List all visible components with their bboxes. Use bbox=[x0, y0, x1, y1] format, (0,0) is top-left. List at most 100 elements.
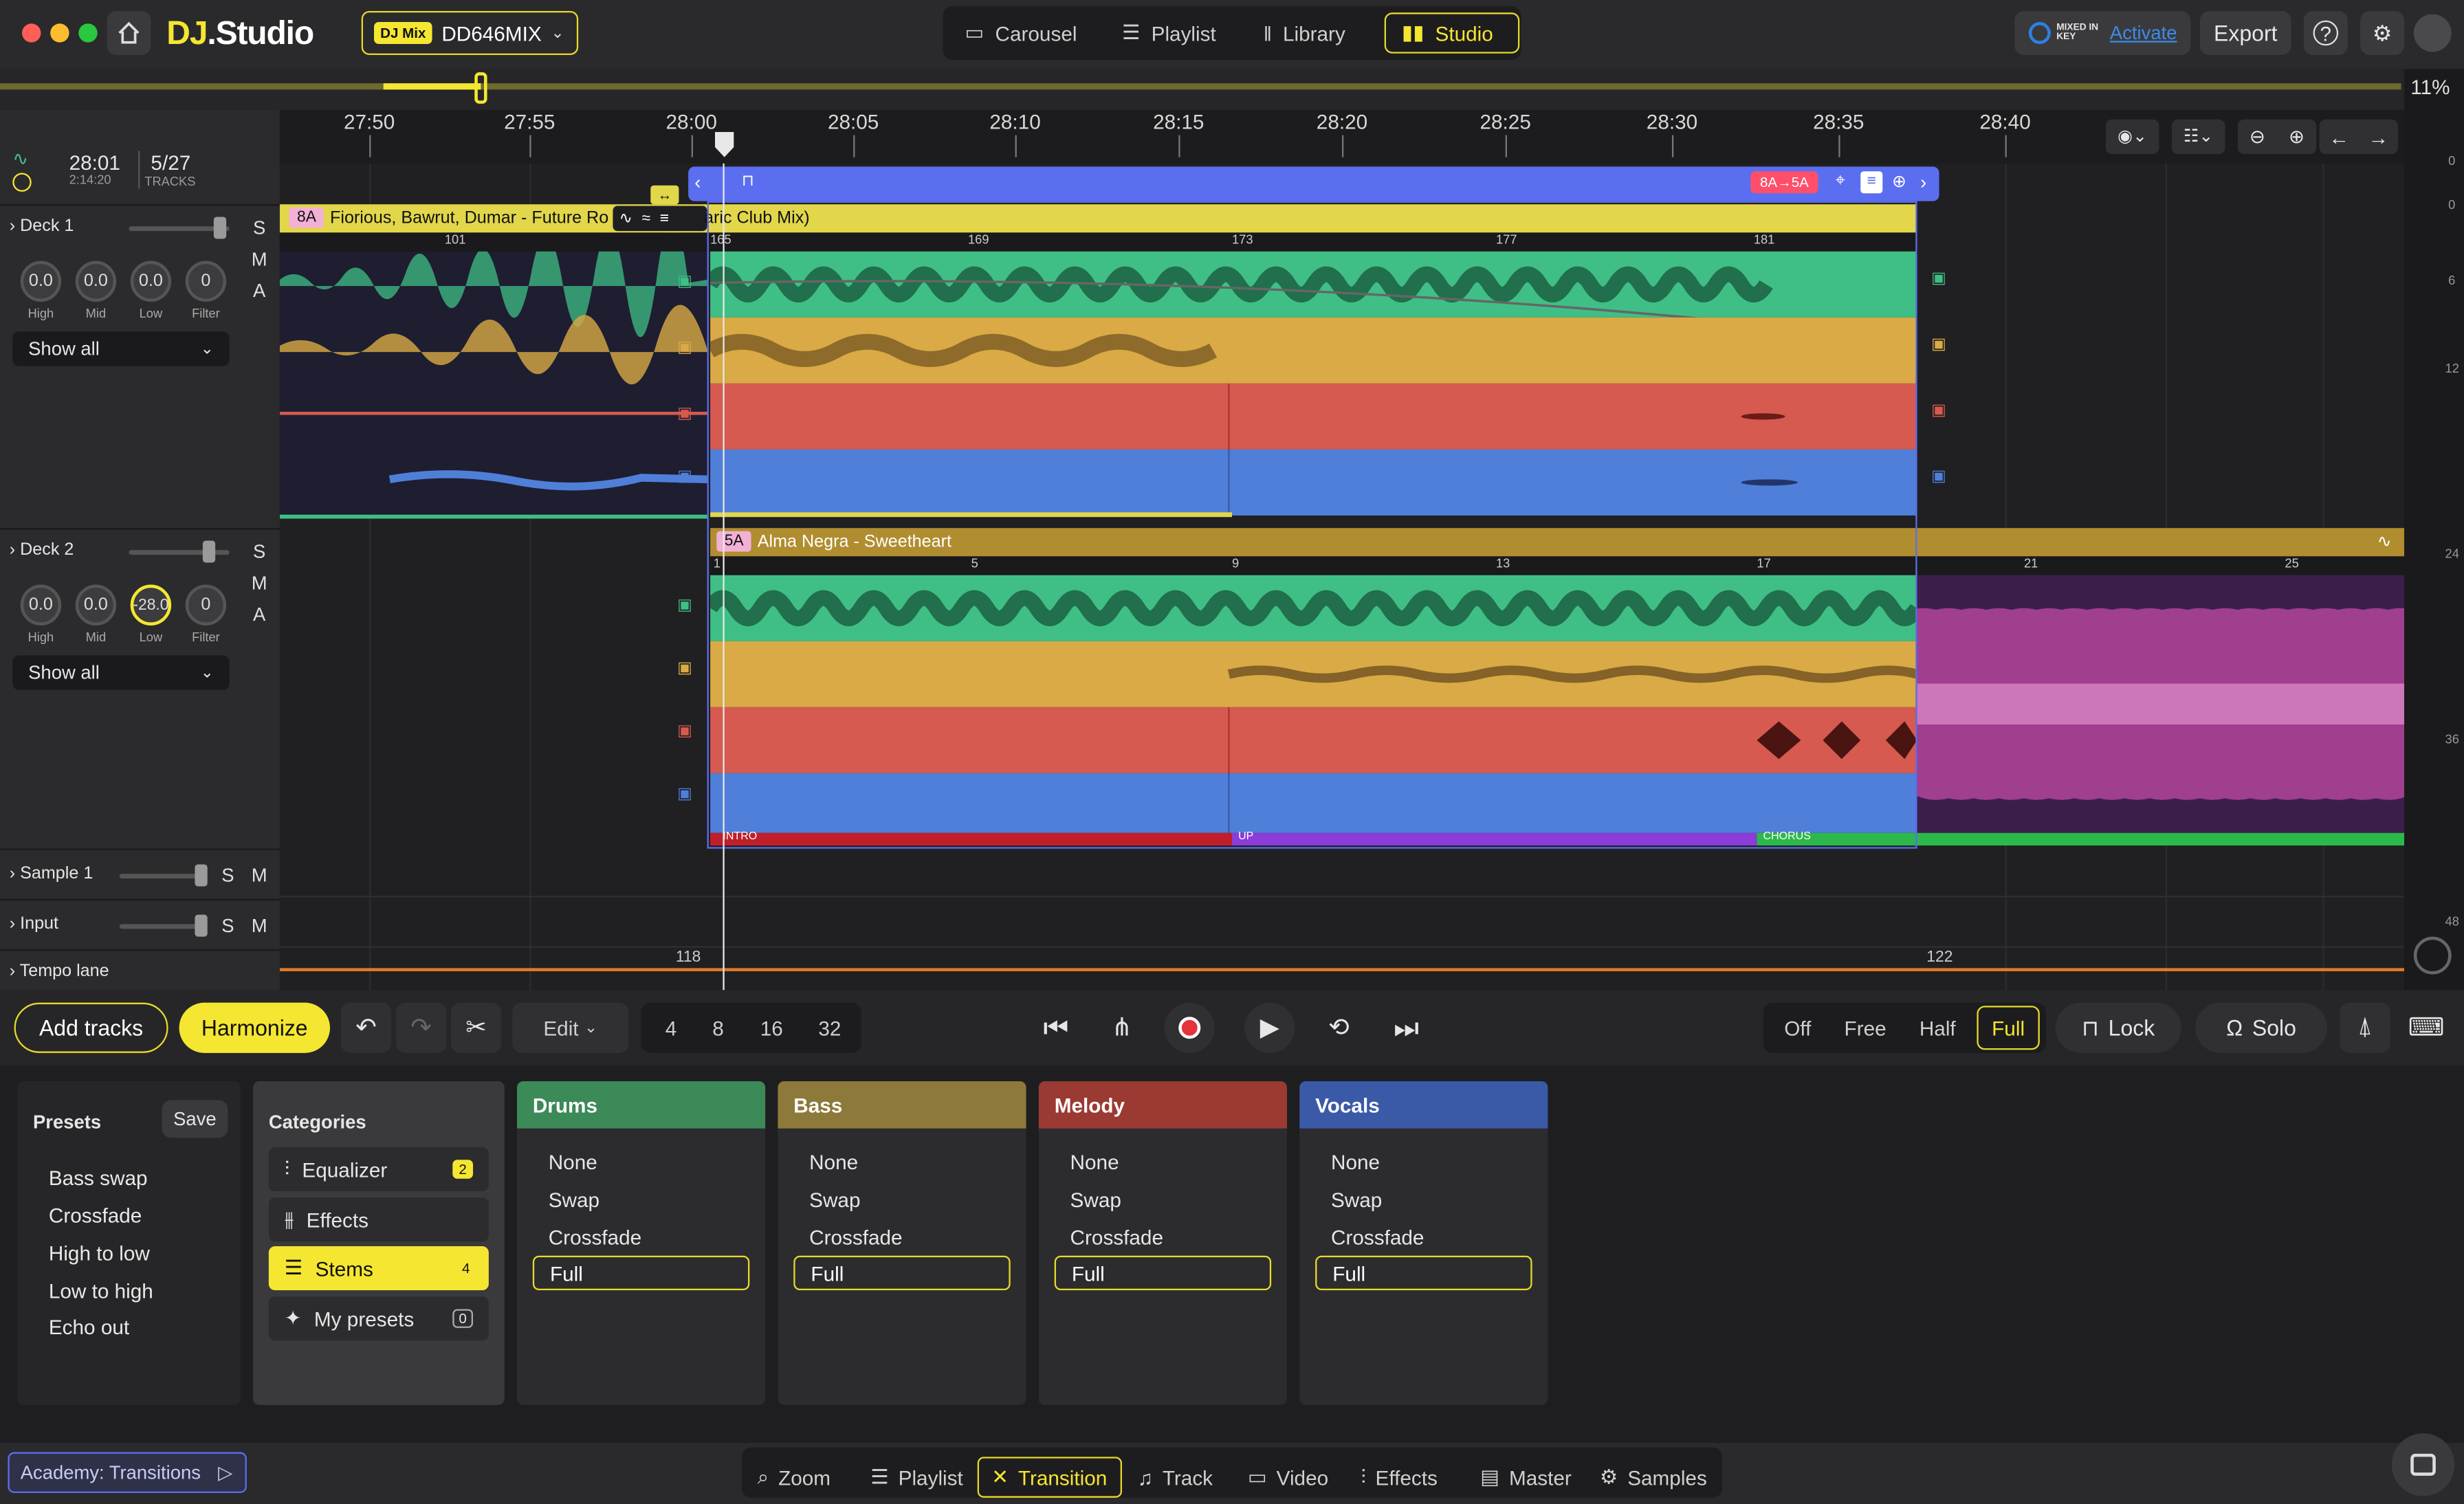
deck-1-solo-button[interactable]: S bbox=[247, 215, 272, 241]
sample-mute-button[interactable]: M bbox=[247, 863, 272, 888]
input-volume-slider[interactable] bbox=[119, 914, 208, 937]
tab-studio[interactable]: ▮▮ Studio bbox=[1384, 12, 1520, 54]
stem-option[interactable]: Swap bbox=[549, 1188, 600, 1211]
metronome-icon[interactable] bbox=[2413, 936, 2452, 975]
tab-carousel[interactable]: ▭ Carousel bbox=[965, 12, 1077, 53]
cut-button[interactable]: ✂ bbox=[450, 1002, 502, 1053]
beat-16[interactable]: 16 bbox=[745, 1003, 798, 1053]
deck-1-drums-stem[interactable] bbox=[703, 251, 1982, 385]
sample-lane[interactable] bbox=[279, 896, 2405, 944]
slider-handle[interactable] bbox=[213, 217, 227, 239]
deck-1-volume-slider[interactable] bbox=[129, 217, 230, 239]
deck-1-filter-knob[interactable]: 0 bbox=[185, 261, 227, 302]
stem-option[interactable]: None bbox=[1331, 1151, 1380, 1174]
beat-4[interactable]: 4 bbox=[648, 1003, 695, 1053]
save-preset-button[interactable]: Save bbox=[162, 1100, 228, 1138]
deck-2-vocals-stem[interactable] bbox=[710, 773, 1917, 833]
avatar[interactable] bbox=[2413, 14, 2452, 52]
keyboard-button[interactable]: ⌨ bbox=[2401, 1003, 2452, 1053]
tab-video[interactable]: ▭ Video bbox=[1248, 1457, 1328, 1497]
input-toggle[interactable]: › Input bbox=[10, 915, 58, 933]
harmonize-button[interactable]: Harmonize bbox=[179, 1002, 330, 1053]
skip-forward-button[interactable]: ⏭ bbox=[1381, 1003, 1431, 1053]
metronome-button[interactable]: ⍋ bbox=[2340, 1002, 2390, 1053]
play-button[interactable]: ▶ bbox=[1244, 1002, 1295, 1053]
add-tracks-button[interactable]: Add tracks bbox=[14, 1002, 168, 1053]
export-button[interactable]: Export bbox=[2199, 11, 2291, 56]
edit-dropdown[interactable]: Edit ⌄ bbox=[512, 1002, 629, 1053]
tab-playlist-panel[interactable]: ☰ Playlist bbox=[870, 1457, 962, 1497]
zoom-icon[interactable]: ⊕ bbox=[1892, 171, 1906, 191]
playhead[interactable] bbox=[723, 163, 725, 991]
mix-selector[interactable]: DJ Mix DD646MIX ⌄ bbox=[361, 11, 579, 56]
resize-handle-icon[interactable]: ↔ bbox=[650, 185, 679, 205]
arrow-left-icon[interactable]: ← bbox=[2329, 125, 2349, 148]
chat-button[interactable] bbox=[2391, 1433, 2455, 1496]
section-chorus[interactable]: CHORUS bbox=[1757, 831, 2405, 846]
slider-handle[interactable] bbox=[195, 914, 208, 937]
deck-2-drums-stem[interactable] bbox=[703, 575, 1924, 641]
academy-link[interactable]: Academy: Transitions ▷ bbox=[8, 1452, 247, 1493]
deck-2-high-knob[interactable]: 0.0 bbox=[20, 584, 62, 626]
sync-full[interactable]: Full bbox=[1977, 1006, 2040, 1050]
help-button[interactable]: ? bbox=[2303, 11, 2348, 56]
stem-option-selected[interactable]: Full bbox=[1054, 1255, 1272, 1291]
minimize-window-button[interactable] bbox=[50, 23, 69, 43]
stem-option[interactable]: Crossfade bbox=[809, 1226, 902, 1249]
category-stems[interactable]: ☰ Stems 4 bbox=[268, 1246, 489, 1291]
tab-track[interactable]: ♫ Track bbox=[1138, 1457, 1213, 1497]
slider-handle[interactable] bbox=[202, 540, 216, 563]
stem-option[interactable]: Crossfade bbox=[549, 1226, 641, 1249]
category-my-presets[interactable]: ✦ My presets 0 bbox=[268, 1296, 489, 1341]
deck-1-bass-stem[interactable] bbox=[706, 317, 1917, 384]
deck-2-volume-slider[interactable] bbox=[129, 540, 230, 563]
record-button[interactable] bbox=[1164, 1002, 1215, 1053]
beat-8[interactable]: 8 bbox=[694, 1003, 742, 1053]
settings-button[interactable]: ⚙ bbox=[2360, 11, 2405, 56]
stem-option[interactable]: Crossfade bbox=[1070, 1226, 1163, 1249]
deck-2-full-waveform[interactable] bbox=[1870, 575, 2405, 833]
preset-item[interactable]: Low to high bbox=[49, 1279, 153, 1303]
sync-off[interactable]: Off bbox=[1770, 1003, 1826, 1053]
deck-1-mid-knob[interactable]: 0.0 bbox=[75, 261, 117, 302]
home-button[interactable] bbox=[107, 11, 151, 56]
deck-2-filter-knob[interactable]: 0 bbox=[185, 584, 227, 626]
menu-icon[interactable]: ≡ bbox=[660, 210, 669, 227]
skip-back-button[interactable]: ⏮ bbox=[1031, 1003, 1081, 1053]
pin-icon[interactable]: ⌖ bbox=[1836, 171, 1845, 192]
tab-zoom[interactable]: ⌕ Zoom bbox=[758, 1457, 830, 1497]
category-equalizer[interactable]: ⫶ Equalizer 2 bbox=[268, 1147, 489, 1192]
deck-2-low-knob[interactable]: -28.0 bbox=[130, 584, 172, 626]
deck-1-high-knob[interactable]: 0.0 bbox=[20, 261, 62, 302]
preset-item[interactable]: Bass swap bbox=[49, 1166, 148, 1189]
tempo-toggle[interactable]: › Tempo lane bbox=[10, 962, 109, 980]
zoom-in-icon[interactable]: ⊕ bbox=[2289, 126, 2304, 148]
stem-option-selected[interactable]: Full bbox=[532, 1255, 750, 1291]
deck-2-melody-stem[interactable] bbox=[710, 707, 1917, 773]
mixed-in-key-activate[interactable]: MIXED IN KEY Activate bbox=[2014, 11, 2191, 56]
stem-option-selected[interactable]: Full bbox=[1315, 1255, 1532, 1291]
section-up[interactable]: UP bbox=[1231, 831, 1757, 846]
close-window-button[interactable] bbox=[21, 23, 41, 43]
preset-item[interactable]: Crossfade bbox=[49, 1204, 142, 1227]
loop-button[interactable]: ⟲ bbox=[1314, 1003, 1364, 1053]
stem-option[interactable]: Swap bbox=[809, 1188, 860, 1211]
preset-item[interactable]: Echo out bbox=[49, 1316, 129, 1339]
deck-1-track-header[interactable]: 8A Fiorious, Bawrut, Dumar - Future Ro ∿… bbox=[279, 204, 1917, 233]
split-button[interactable]: ⋔ bbox=[1097, 1003, 1147, 1053]
stem-option[interactable]: Swap bbox=[1070, 1188, 1121, 1211]
eq-icon[interactable]: ≈ bbox=[641, 210, 650, 227]
notes-icon[interactable]: ≡ bbox=[1860, 171, 1883, 194]
overview-handle[interactable] bbox=[474, 72, 487, 104]
stem-option[interactable]: Swap bbox=[1331, 1188, 1382, 1211]
stem-option[interactable]: None bbox=[549, 1151, 597, 1174]
tab-library[interactable]: ‖ Library bbox=[1264, 12, 1345, 53]
deck-2-solo-button[interactable]: S bbox=[247, 539, 272, 564]
sample-volume-slider[interactable] bbox=[119, 864, 208, 887]
stem-option-selected[interactable]: Full bbox=[793, 1255, 1011, 1291]
tab-master[interactable]: ▤ Master bbox=[1480, 1457, 1572, 1497]
arrow-right-icon[interactable]: → bbox=[2368, 125, 2389, 148]
overview-ruler[interactable] bbox=[0, 69, 2464, 111]
deck-1-mute-button[interactable]: M bbox=[247, 247, 272, 272]
deck-2-track-header[interactable]: 5A Alma Negra - Sweetheart ∿ bbox=[710, 528, 2405, 557]
